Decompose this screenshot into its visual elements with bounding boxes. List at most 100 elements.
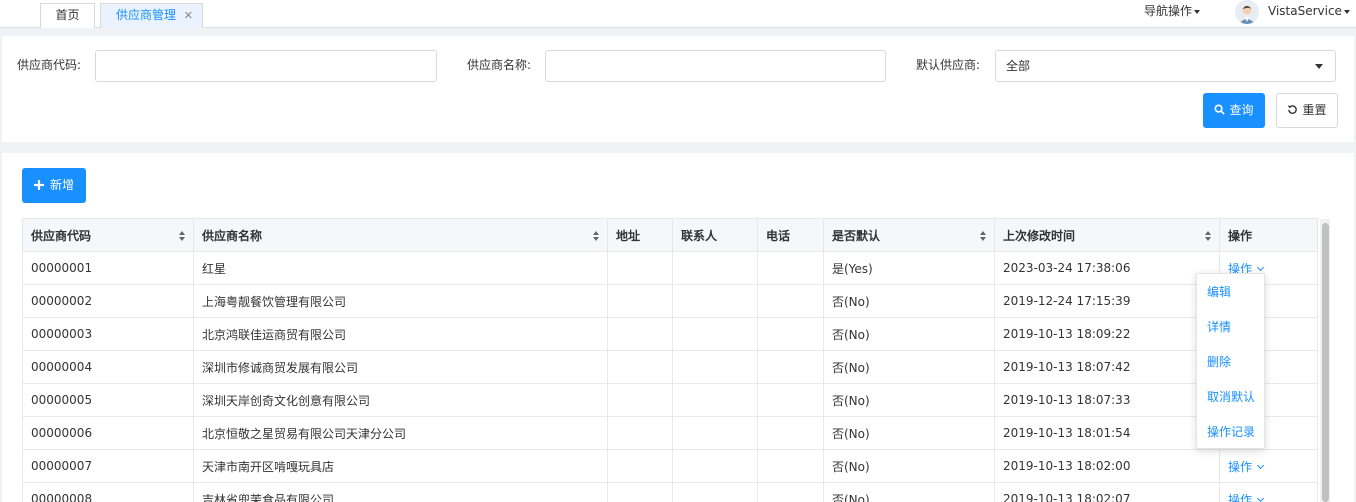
supplier-name-input[interactable] [545,50,886,82]
col-header-code-label: 供应商代码 [31,228,92,243]
cell-name: 红星 [193,251,608,285]
cell-contact [672,449,758,483]
cell-actions: 操作 [1219,482,1318,502]
col-header-name-label: 供应商名称 [202,228,263,243]
menu-item-edit[interactable]: 编辑 [1207,284,1231,300]
row-action-label: 操作 [1228,459,1253,474]
table-header-row: 供应商代码 供应商名称 地址 联系人 电话 是否默认 上次修改时间 操作 [22,218,1318,252]
cell-default: 否(No) [823,284,995,318]
cell-updated: 2019-10-13 18:07:42 [994,350,1220,384]
avatar[interactable] [1235,0,1259,24]
search-icon [1214,104,1226,115]
main-panel: 新增 供应商代码 供应商名称 地址 联系人 电话 是否默认 上次修改时间 操作 … [2,153,1354,502]
caret-down-icon [1343,9,1350,14]
menu-item-cancel-default[interactable]: 取消默认 [1207,389,1255,405]
col-header-name[interactable]: 供应商名称 [193,218,608,252]
chevron-down-icon [1315,64,1323,69]
cell-default: 是(Yes) [823,251,995,285]
cell-contact [672,383,758,417]
sort-icon[interactable] [593,231,599,241]
caret-down-icon [1194,9,1201,14]
row-action-link[interactable]: 操作 [1228,492,1265,502]
nav-operation-label: 导航操作 [1144,4,1193,18]
user-name: VistaService [1268,4,1342,18]
nav-operation-menu[interactable]: 导航操作 [1144,3,1201,19]
cell-address [607,317,673,351]
cell-name: 吉林省兜茉食品有限公司 [193,482,608,502]
sort-icon[interactable] [980,231,986,241]
add-label: 新增 [49,178,74,192]
cell-phone [757,284,824,318]
row-action-label: 操作 [1228,492,1253,502]
sort-icon[interactable] [1205,231,1211,241]
scrollbar-thumb[interactable] [1322,223,1329,502]
default-supplier-value: 全部 [1006,59,1031,73]
table-row[interactable]: 00000001 红星 是(Yes) 2023-03-24 17:38:06 操作 [22,251,1318,285]
cell-default: 否(No) [823,350,995,384]
col-header-code[interactable]: 供应商代码 [22,218,194,252]
cell-updated: 2019-10-13 18:07:33 [994,383,1220,417]
cell-name: 深圳天岸创奇文化创意有限公司 [193,383,608,417]
default-supplier-select[interactable]: 全部 [995,50,1336,82]
table-row[interactable]: 00000003 北京鸿联佳运商贸有限公司 否(No) 2019-10-13 18:0… [22,317,1318,351]
tab-close-icon[interactable]: ✕ [184,4,193,27]
plus-icon [33,180,44,190]
tab-supplier-management[interactable]: 供应商管理 ✕ [100,3,203,28]
cell-name: 深圳市修诚商贸发展有限公司 [193,350,608,384]
cell-updated: 2023-03-24 17:38:06 [994,251,1220,285]
table-row[interactable]: 00000002 上海粤靓餐饮管理有限公司 否(No) 2019-12-24 17:1… [22,284,1318,318]
col-header-actions: 操作 [1219,218,1318,252]
table-row[interactable]: 00000005 深圳天岸创奇文化创意有限公司 否(No) 2019-10-13 18… [22,383,1318,417]
cell-contact [672,416,758,450]
table-row[interactable]: 00000006 北京恒敬之星贸易有限公司天津分公司 否(No) 2019-10-13… [22,416,1318,450]
cell-phone [757,350,824,384]
cell-address [607,350,673,384]
tab-supplier-label: 供应商管理 [116,8,177,22]
cell-default: 否(No) [823,449,995,483]
cell-address [607,251,673,285]
user-menu[interactable]: VistaService [1268,3,1350,19]
cell-contact [672,350,758,384]
col-header-default-label: 是否默认 [832,228,881,243]
supplier-code-input[interactable] [95,50,437,82]
row-action-dropdown: 编辑 详情 删除 取消默认 操作记录 [1196,273,1265,449]
table-row[interactable]: 00000007 天津市南开区啃嘎玩具店 否(No) 2019-10-13 18:02… [22,449,1318,483]
menu-item-delete[interactable]: 删除 [1207,354,1231,370]
cell-code: 00000008 [22,482,194,502]
col-header-address-label: 地址 [616,228,641,243]
table-row[interactable]: 00000008 吉林省兜茉食品有限公司 否(No) 2019-10-13 18:02… [22,482,1318,502]
cell-updated: 2019-10-13 18:02:07 [994,482,1220,502]
query-button[interactable]: 查询 [1203,93,1265,128]
chevron-down-icon [1256,461,1265,469]
chevron-down-icon [1256,494,1265,502]
sort-icon[interactable] [179,231,185,241]
cell-name: 上海粤靓餐饮管理有限公司 [193,284,608,318]
col-header-phone: 电话 [757,218,824,252]
cell-contact [672,284,758,318]
col-header-default[interactable]: 是否默认 [823,218,995,252]
table-row[interactable]: 00000004 深圳市修诚商贸发展有限公司 否(No) 2019-10-13 18:… [22,350,1318,384]
cell-address [607,383,673,417]
cell-phone [757,416,824,450]
tab-home-label: 首页 [55,8,80,22]
cell-address [607,416,673,450]
cell-code: 00000007 [22,449,194,483]
cell-address [607,284,673,318]
col-header-updated[interactable]: 上次修改时间 [994,218,1220,252]
row-action-link[interactable]: 操作 [1228,459,1265,474]
cell-updated: 2019-10-13 18:02:00 [994,449,1220,483]
reset-button[interactable]: 重置 [1276,93,1338,128]
cell-phone [757,383,824,417]
cell-code: 00000005 [22,383,194,417]
cell-updated: 2019-10-13 18:01:54 [994,416,1220,450]
menu-item-detail[interactable]: 详情 [1207,319,1231,335]
default-supplier-label: 默认供应商: [916,58,981,72]
cell-code: 00000002 [22,284,194,318]
top-bar: 首页 供应商管理 ✕ 导航操作 VistaService [0,0,1356,28]
search-panel: 供应商代码: 供应商名称: 默认供应商: 全部 查询 重置 [2,36,1354,142]
tab-home[interactable]: 首页 [40,3,95,28]
menu-item-operation-log[interactable]: 操作记录 [1207,424,1255,440]
cell-phone [757,449,824,483]
cell-name: 天津市南开区啃嘎玩具店 [193,449,608,483]
add-button[interactable]: 新增 [22,168,86,203]
